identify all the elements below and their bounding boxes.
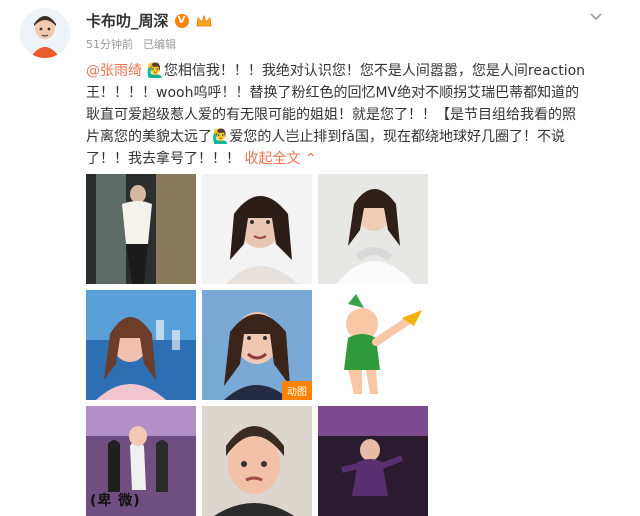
username-text[interactable]: 卡布叻_周深: [86, 10, 169, 31]
weibo-post: 卡布叻_周深 V 51分钟前 已编辑 @张雨绮 🙋‍♂️您相信我！！！我绝对认识…: [0, 0, 640, 516]
crown-icon: [195, 14, 213, 28]
gif-tag: 动图: [282, 381, 312, 400]
chevron-up-icon: ⌃: [304, 151, 317, 167]
verified-badge-icon: V: [174, 13, 189, 28]
edited-label: 已编辑: [143, 38, 176, 51]
post-body-text: 🙋‍♂️您相信我！！！我绝对认识您！您不是人间嚣嚣，您是人间reaction王！…: [86, 63, 586, 167]
post-time[interactable]: 51分钟前: [86, 36, 133, 52]
image-caption: (卑 微): [90, 493, 141, 509]
image-7[interactable]: (卑 微): [86, 406, 196, 516]
collapse-label[interactable]: 收起全文: [244, 151, 300, 167]
username[interactable]: 卡布叻_周深 V: [86, 10, 213, 31]
chevron-down-icon[interactable]: [588, 8, 604, 24]
image-9[interactable]: [318, 406, 428, 516]
image-2[interactable]: [202, 174, 312, 284]
image-grid: 动图 (卑 微): [86, 174, 428, 516]
mention-link[interactable]: @张雨绮: [86, 63, 142, 79]
post-meta: 51分钟前 已编辑: [86, 36, 176, 52]
collapse-link[interactable]: 收起全文 ⌃: [244, 151, 316, 167]
post-text: @张雨绮 🙋‍♂️您相信我！！！我绝对认识您！您不是人间嚣嚣，您是人间react…: [86, 60, 586, 170]
image-8[interactable]: [202, 406, 312, 516]
image-3[interactable]: [318, 174, 428, 284]
image-5[interactable]: 动图: [202, 290, 312, 400]
image-1[interactable]: [86, 174, 196, 284]
avatar[interactable]: [20, 8, 70, 58]
image-6[interactable]: [318, 290, 428, 400]
image-4[interactable]: [86, 290, 196, 400]
